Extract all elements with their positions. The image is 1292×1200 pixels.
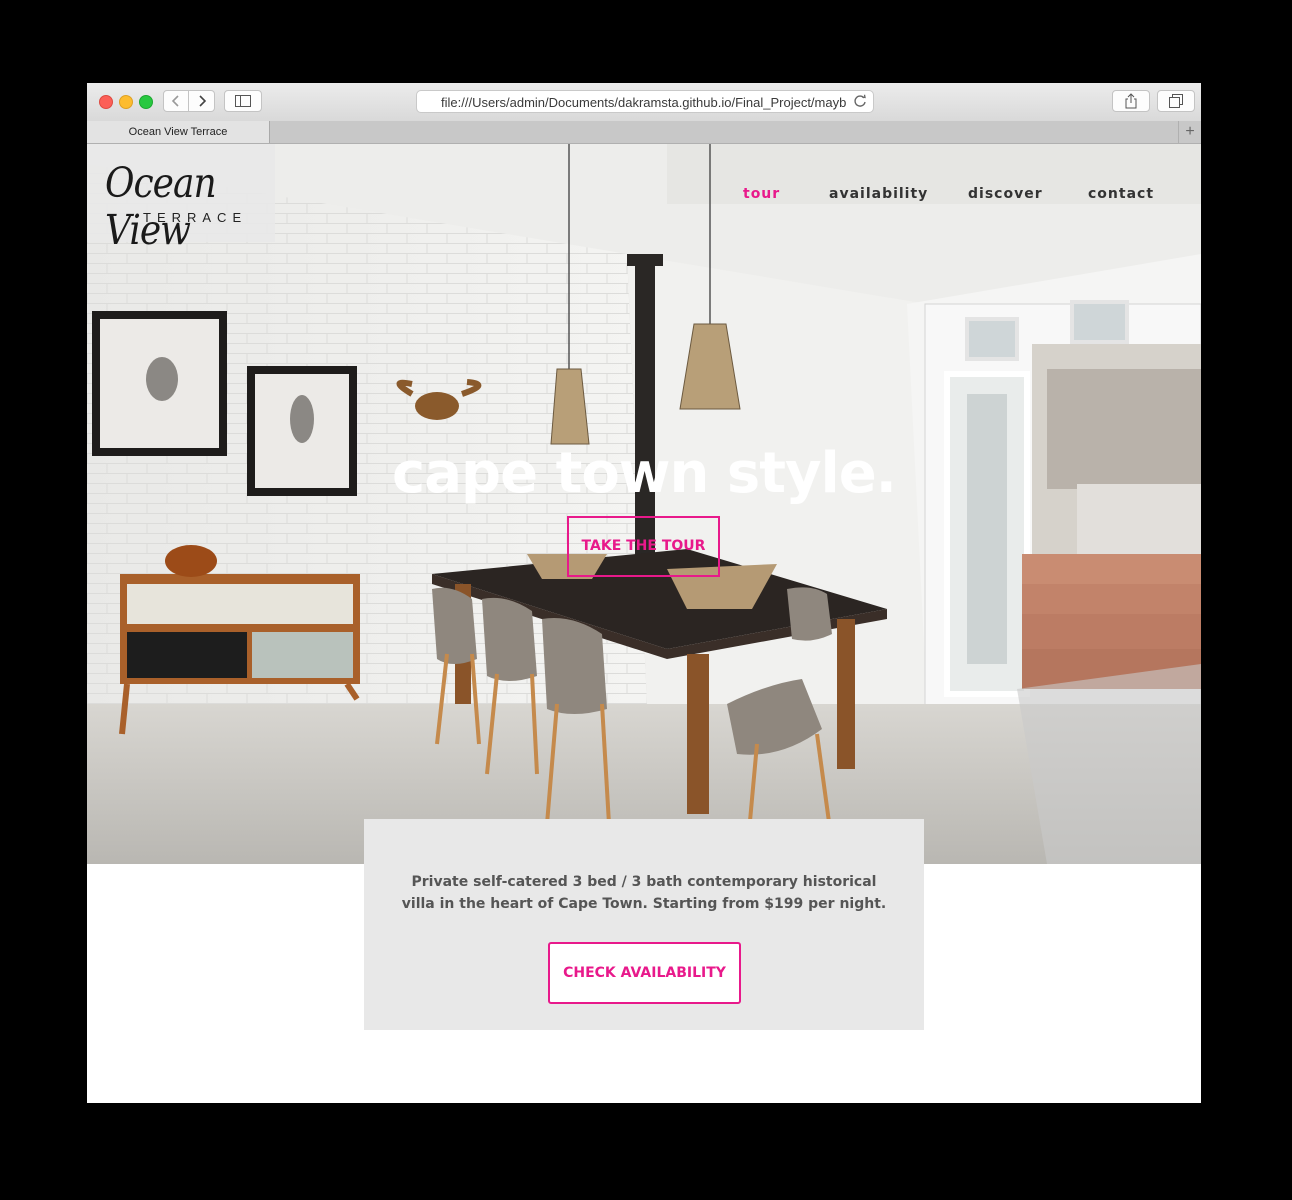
info-box: Private self-catered 3 bed / 3 bath cont… [364, 819, 924, 1030]
logo-script-text: Ocean View [105, 160, 217, 255]
take-the-tour-button[interactable]: TAKE THE TOUR [567, 516, 720, 577]
tab-bar: Ocean View Terrace + [87, 121, 1201, 144]
browser-toolbar: file:///Users/admin/Documents/dakramsta.… [87, 83, 1201, 122]
sidebar-icon [235, 95, 251, 107]
info-description: Private self-catered 3 bed / 3 bath cont… [401, 874, 887, 912]
share-button[interactable] [1112, 90, 1150, 112]
hero-headline: cape town style. [392, 441, 897, 506]
reload-icon[interactable] [853, 94, 867, 108]
hero-section: Ocean View TERRACE tour availability dis… [87, 144, 1201, 864]
back-icon [171, 95, 179, 107]
show-tabs-button[interactable] [1157, 90, 1195, 112]
site-logo[interactable]: Ocean View TERRACE [87, 144, 275, 254]
logo-sub-text: TERRACE [143, 210, 248, 225]
zoom-window-button[interactable] [139, 95, 153, 109]
close-window-button[interactable] [99, 95, 113, 109]
tabs-icon [1169, 94, 1183, 108]
check-availability-button[interactable]: CHECK AVAILABILITY [548, 942, 741, 1004]
browser-window: file:///Users/admin/Documents/dakramsta.… [87, 83, 1201, 1103]
forward-button[interactable] [189, 90, 215, 112]
share-icon [1125, 93, 1137, 109]
new-tab-button[interactable]: + [1178, 121, 1201, 143]
nav-link-contact[interactable]: contact [1088, 186, 1154, 202]
back-button[interactable] [163, 90, 189, 112]
address-bar[interactable]: file:///Users/admin/Documents/dakramsta.… [416, 90, 874, 113]
forward-icon [198, 95, 206, 107]
nav-link-tour[interactable]: tour [743, 186, 780, 202]
nav-link-availability[interactable]: availability [829, 186, 928, 202]
minimize-window-button[interactable] [119, 95, 133, 109]
sidebar-toggle-button[interactable] [224, 90, 262, 112]
url-text: file:///Users/admin/Documents/dakramsta.… [441, 95, 847, 110]
tab-ocean-view-terrace[interactable]: Ocean View Terrace [87, 121, 270, 143]
nav-link-discover[interactable]: discover [968, 186, 1043, 202]
